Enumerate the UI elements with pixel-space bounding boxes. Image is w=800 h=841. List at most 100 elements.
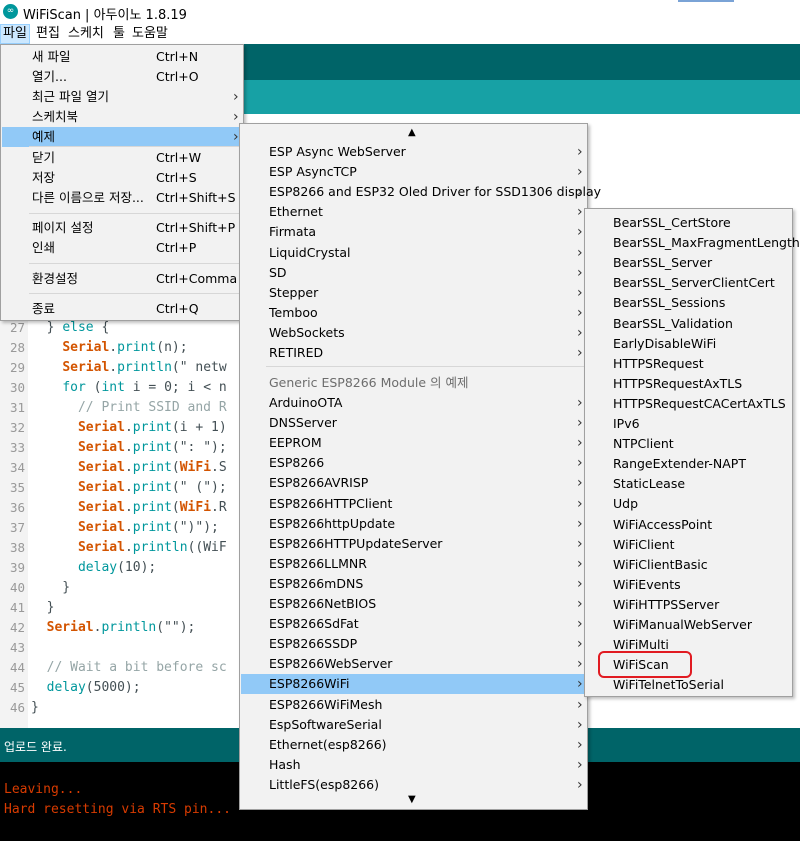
file-menu-item-7[interactable]: 저장 Ctrl+S <box>2 168 242 188</box>
code-text: } else { <box>31 320 110 335</box>
file-menu-item-9[interactable]: 페이지 설정 Ctrl+Shift+P <box>2 218 242 238</box>
menu-file[interactable]: 파일 <box>0 24 30 44</box>
menu-edit[interactable]: 편집 <box>34 24 62 44</box>
line-number: 30 <box>9 380 25 395</box>
wifi-example-item-12[interactable]: NTPClient <box>586 434 791 454</box>
menu-tools[interactable]: 툴 <box>111 24 127 44</box>
examples-library-item-11[interactable]: RETIRED › <box>241 343 586 363</box>
examples-board-item-19[interactable]: Hash › <box>241 755 586 775</box>
menu-item-label: EspSoftwareSerial <box>269 716 382 732</box>
examples-library-item-10[interactable]: WebSockets › <box>241 323 586 343</box>
line-number: 46 <box>9 700 25 715</box>
file-menu-item-12[interactable]: 종료 Ctrl+Q <box>2 299 242 319</box>
wifi-example-item-9[interactable]: HTTPSRequestAxTLS <box>586 374 791 394</box>
examples-board-item-12[interactable]: ESP8266SdFat › <box>241 614 586 634</box>
window-title: WiFiScan | 아두이노 1.8.19 <box>23 8 187 23</box>
examples-library-item-8[interactable]: Stepper › <box>241 283 586 303</box>
submenu-arrow-icon: › <box>577 495 583 512</box>
file-menu-item-11[interactable]: 환경설정 Ctrl+Comma <box>2 269 242 289</box>
wifi-example-item-1[interactable]: BearSSL_CertStore <box>586 213 791 233</box>
examples-board-item-17[interactable]: EspSoftwareSerial › <box>241 715 586 735</box>
menu-item-label: WiFiHTTPSServer <box>613 596 720 612</box>
examples-board-item-16[interactable]: ESP8266WiFiMesh › <box>241 695 586 715</box>
wifi-example-item-7[interactable]: EarlyDisableWiFi <box>586 334 791 354</box>
wifi-example-item-16[interactable]: WiFiAccessPoint <box>586 515 791 535</box>
examples-library-item-5[interactable]: Firmata › <box>241 222 586 242</box>
examples-board-item-15[interactable]: ESP8266WiFi › <box>241 674 586 695</box>
menu-sketch[interactable]: 스케치 <box>66 24 106 44</box>
examples-board-item-2[interactable]: DNSServer › <box>241 413 586 433</box>
examples-library-item-2[interactable]: ESP AsyncTCP › <box>241 162 586 182</box>
wifi-example-item-11[interactable]: IPv6 <box>586 414 791 434</box>
examples-board-item-10[interactable]: ESP8266mDNS › <box>241 574 586 594</box>
file-menu-item-6[interactable]: 닫기 Ctrl+W <box>2 148 242 168</box>
wifi-example-item-8[interactable]: HTTPSRequest <box>586 354 791 374</box>
examples-board-item-18[interactable]: Ethernet(esp8266) › <box>241 735 586 755</box>
wifi-example-item-2[interactable]: BearSSL_MaxFragmentLength <box>586 233 800 253</box>
wifi-example-item-18[interactable]: WiFiClientBasic <box>586 555 791 575</box>
examples-board-item-9[interactable]: ESP8266LLMNR › <box>241 554 586 574</box>
wifi-example-item-15[interactable]: Udp <box>586 494 791 514</box>
file-menu-item-4[interactable]: 스케치북 › <box>2 107 242 127</box>
examples-library-item-7[interactable]: SD › <box>241 263 586 283</box>
file-menu-item-1[interactable]: 새 파일 Ctrl+N <box>2 47 242 67</box>
menu-item-label: ESP8266SdFat <box>269 616 359 632</box>
file-menu-item-8[interactable]: 다른 이름으로 저장... Ctrl+Shift+S <box>2 188 242 208</box>
submenu-arrow-icon: › <box>577 475 583 492</box>
menu-item-label: EEPROM <box>269 435 322 451</box>
examples-board-item-20[interactable]: LittleFS(esp8266) › <box>241 775 586 795</box>
submenu-arrow-icon: › <box>577 284 583 301</box>
file-menu-item-10[interactable]: 인쇄 Ctrl+P <box>2 238 242 258</box>
menu-item-label: ESP8266 and ESP32 Oled Driver for SSD130… <box>269 184 602 200</box>
examples-library-item-3[interactable]: ESP8266 and ESP32 Oled Driver for SSD130… <box>241 182 601 202</box>
examples-board-item-13[interactable]: ESP8266SSDP › <box>241 634 586 654</box>
code-text: Serial.print(" ("); <box>77 480 227 495</box>
examples-board-item-11[interactable]: ESP8266NetBIOS › <box>241 594 586 614</box>
wifi-example-item-6[interactable]: BearSSL_Validation <box>586 314 791 334</box>
line-number: 27 <box>9 320 25 335</box>
examples-board-item-14[interactable]: ESP8266WebServer › <box>241 654 586 674</box>
console-line: Leaving... <box>4 782 83 797</box>
wifi-example-item-20[interactable]: WiFiHTTPSServer <box>586 595 791 615</box>
line-number: 40 <box>9 580 25 595</box>
wifi-example-item-4[interactable]: BearSSL_ServerClientCert <box>586 273 791 293</box>
wifi-example-item-17[interactable]: WiFiClient <box>586 535 791 555</box>
menu-item-label: ESP8266WiFi <box>269 676 350 692</box>
wifi-example-item-10[interactable]: HTTPSRequestCACertAxTLS <box>586 394 791 414</box>
menu-item-label: Firmata <box>269 224 317 240</box>
wifi-example-item-5[interactable]: BearSSL_Sessions <box>586 293 791 313</box>
wifi-example-item-3[interactable]: BearSSL_Server <box>586 253 791 273</box>
file-menu-item-3[interactable]: 최근 파일 열기 › <box>2 87 242 107</box>
menu-item-label: IPv6 <box>613 416 640 431</box>
examples-library-item-1[interactable]: ESP Async WebServer › <box>241 142 586 162</box>
wifi-example-item-19[interactable]: WiFiEvents <box>586 575 791 595</box>
wifi-example-item-24[interactable]: WiFiTelnetToSerial <box>586 675 791 695</box>
code-text: Serial.print(n); <box>62 340 188 355</box>
menu-help[interactable]: 도움말 <box>130 24 170 44</box>
examples-library-item-4[interactable]: Ethernet › <box>241 202 586 222</box>
menu-item-label: 스케치북 <box>32 109 79 124</box>
examples-library-item-9[interactable]: Temboo › <box>241 303 586 323</box>
examples-board-item-6[interactable]: ESP8266HTTPClient › <box>241 494 586 514</box>
examples-board-item-8[interactable]: ESP8266HTTPUpdateServer › <box>241 534 586 554</box>
wifi-example-item-13[interactable]: RangeExtender-NAPT <box>586 454 791 474</box>
examples-board-item-5[interactable]: ESP8266AVRISP › <box>241 473 586 493</box>
file-menu-item-2[interactable]: 열기... Ctrl+O <box>2 67 242 87</box>
wifi-example-item-21[interactable]: WiFiManualWebServer <box>586 615 791 635</box>
menu-item-label: Ethernet <box>269 204 323 220</box>
submenu-arrow-icon: › <box>577 596 583 612</box>
examples-board-item-1[interactable]: ArduinoOTA › <box>241 393 586 413</box>
submenu-arrow-icon: › <box>233 109 239 125</box>
examples-board-item-7[interactable]: ESP8266httpUpdate › <box>241 514 586 534</box>
menu-item-label: Hash <box>269 756 301 772</box>
examples-board-item-4[interactable]: ESP8266 › <box>241 453 586 473</box>
scroll-up-arrow-icon[interactable]: ▲ <box>408 127 416 138</box>
submenu-arrow-icon: › <box>577 756 583 773</box>
line-number: 42 <box>9 620 25 635</box>
scroll-down-arrow-icon[interactable]: ▼ <box>408 794 416 805</box>
submenu-arrow-icon: › <box>233 129 239 145</box>
examples-library-item-6[interactable]: LiquidCrystal › <box>241 243 586 263</box>
file-menu-item-5[interactable]: 예제 › <box>2 127 242 147</box>
wifi-example-item-14[interactable]: StaticLease <box>586 474 791 494</box>
examples-board-item-3[interactable]: EEPROM › <box>241 433 586 453</box>
